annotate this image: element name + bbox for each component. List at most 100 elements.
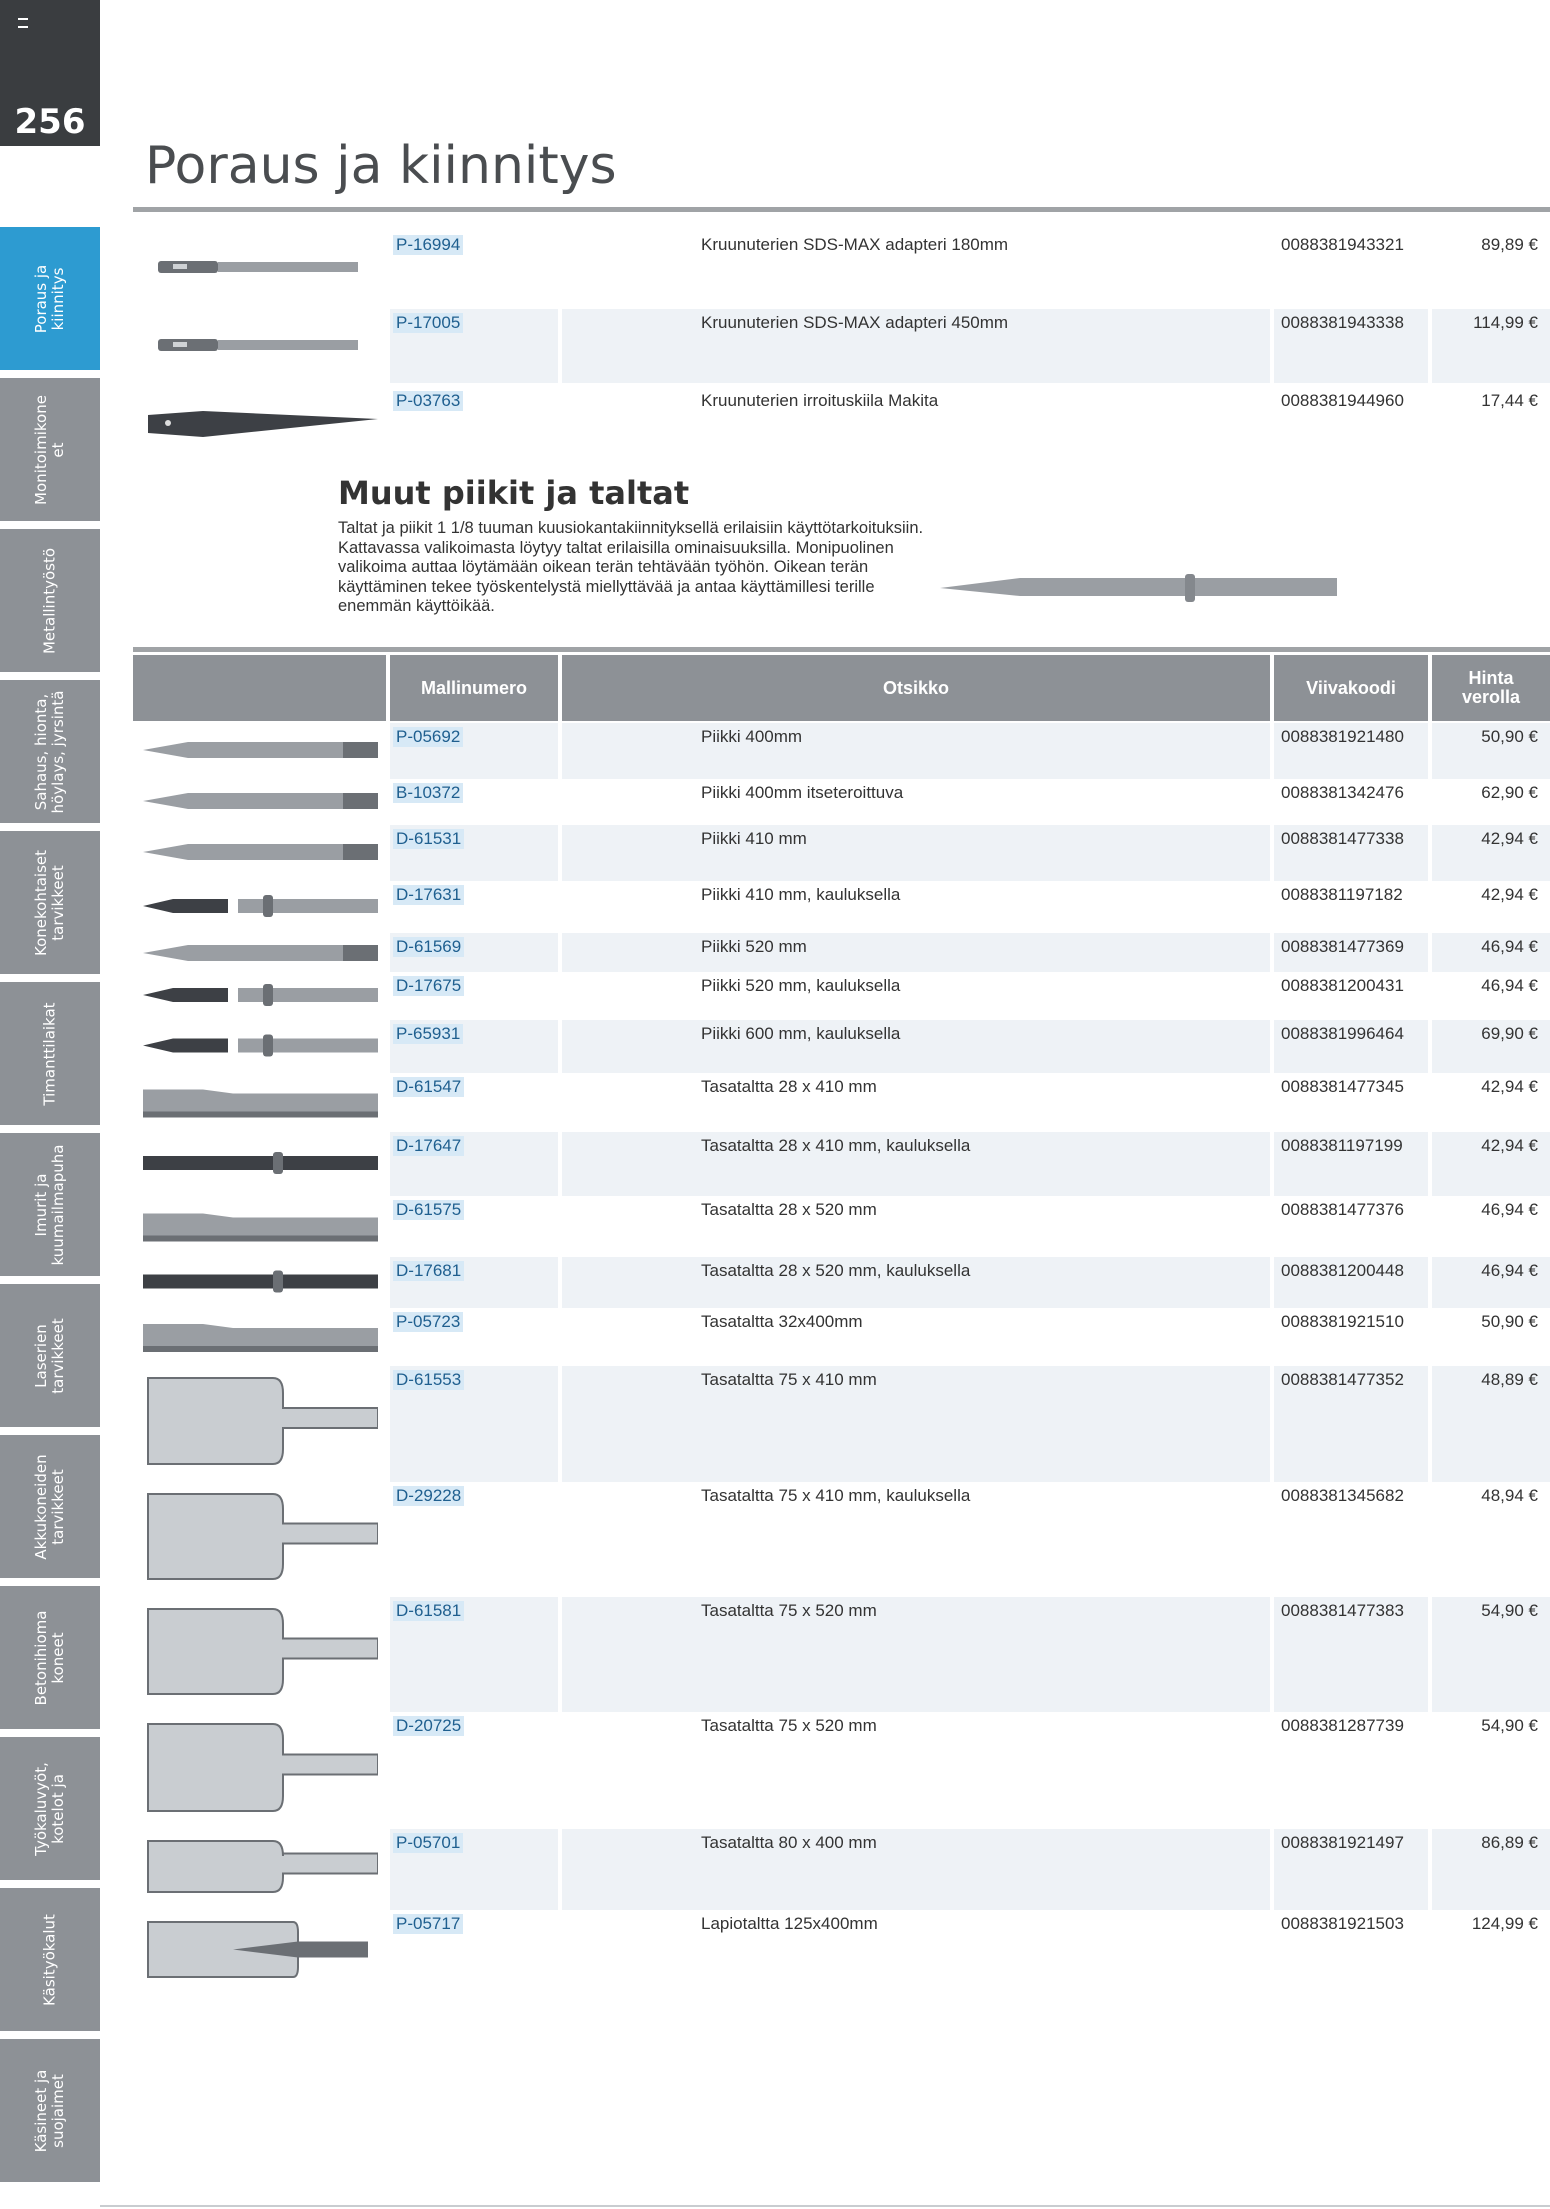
table-row: D-61569 Piikki 520 mm 0088381477369 46,94 € xyxy=(133,933,1550,972)
barcode-cell: 0088381477376 xyxy=(1281,1200,1404,1219)
barcode-cell: 0088381921497 xyxy=(1274,1829,1428,1910)
wide-chisel-icon xyxy=(147,1493,378,1580)
model-cell: D-29228 xyxy=(390,1482,558,1597)
sidebar-tab-9[interactable]: Betonihioma koneet xyxy=(0,1586,100,1733)
sidebar-tab-4[interactable]: Konekohtaiset tarvikkeet xyxy=(0,831,100,978)
table-row: D-17631 Piikki 410 mm, kauluksella 0088381… xyxy=(133,881,1550,933)
sidebar-tab-10[interactable]: Työkaluvyöt, kotelot ja xyxy=(0,1737,100,1884)
title-cell: Lapiotaltta 125x400mm xyxy=(701,1914,878,1933)
table-row: P-05692 Piikki 400mm 0088381921480 50,90 € xyxy=(133,723,1550,779)
price-cell: 86,89 € xyxy=(1432,1829,1550,1910)
sidebar-tab-6[interactable]: Imurit ja kuumailmapuha xyxy=(0,1133,100,1280)
table-row: D-20725 Tasataltta 75 x 520 mm 00883812877… xyxy=(133,1712,1550,1829)
section-description: Taltat ja piikit 1 1/8 tuuman kuusiokant… xyxy=(338,519,924,615)
model-number: D-61569 xyxy=(393,937,465,957)
model-cell: P-05701 xyxy=(390,1829,558,1910)
title-cell: Tasataltta 32x400mm xyxy=(701,1312,863,1331)
model-number: D-61531 xyxy=(393,829,465,849)
footer-line xyxy=(100,2205,1550,2207)
page-title: Poraus ja kiinnitys xyxy=(145,136,617,196)
model-number: P-03763 xyxy=(393,391,464,411)
title-cell: Piikki 400mm xyxy=(562,723,1270,779)
model-number: D-61553 xyxy=(393,1370,465,1390)
point-chisel-icon xyxy=(143,793,378,809)
price-cell: 54,90 € xyxy=(1432,1597,1550,1712)
sidebar-tab-8[interactable]: Akkukoneiden tarvikkeet xyxy=(0,1435,100,1582)
model-cell: P-65931 xyxy=(390,1020,558,1073)
sidebar-tab-label: Käsineet ja suojaimet xyxy=(32,2069,67,2152)
barcode-cell: 0088381477369 xyxy=(1274,933,1428,972)
title-cell: Tasataltta 75 x 520 mm xyxy=(701,1716,877,1735)
title-cell: Piikki 520 mm xyxy=(562,933,1270,972)
table-row: D-29228 Tasataltta 75 x 410 mm, kauluksel… xyxy=(133,1482,1550,1597)
price-cell: 17,44 € xyxy=(1481,391,1538,410)
model-number: D-17647 xyxy=(393,1136,465,1156)
title-cell: Piikki 600 mm, kauluksella xyxy=(562,1020,1270,1073)
model-number: D-61547 xyxy=(393,1077,465,1097)
barcode-cell: 0088381921503 xyxy=(1281,1914,1404,1933)
flat-chisel-icon xyxy=(143,1089,378,1118)
sidebar-tab-5[interactable]: Timanttilaikat xyxy=(0,982,100,1129)
barcode-cell: 0088381200448 xyxy=(1274,1257,1428,1308)
model-cell: D-61569 xyxy=(390,933,558,972)
price-cell: 46,94 € xyxy=(1481,1200,1538,1219)
model-cell: D-17647 xyxy=(390,1132,558,1196)
sidebar: 256 Poraus ja kiinnitys Monitoimikone et M… xyxy=(0,0,100,2209)
wide-chisel-icon xyxy=(147,1840,378,1893)
flat-chisel-icon xyxy=(143,1213,378,1242)
sidebar-tab-label: Imurit ja kuumailmapuha xyxy=(32,1144,67,1265)
sidebar-tab-7[interactable]: Laserien tarvikkeet xyxy=(0,1284,100,1431)
barcode-cell: 0088381996464 xyxy=(1274,1020,1428,1073)
header-barcode: Viivakoodi xyxy=(1274,655,1428,721)
sidebar-tab-label: Konekohtaiset tarvikkeet xyxy=(32,849,67,956)
sidebar-tab-label: Metallintyöstö xyxy=(40,547,59,654)
sidebar-tab-11[interactable]: Käsityökalut xyxy=(0,1888,100,2035)
section-title: Muut piikit ja taltat xyxy=(338,474,690,512)
model-number: P-05692 xyxy=(393,727,464,747)
model-number: D-17681 xyxy=(393,1261,465,1281)
top-product-row: P-03763 Kruunuterien irroituskiila Makita… xyxy=(133,387,1550,461)
barcode-cell: 0088381477338 xyxy=(1274,825,1428,881)
table-row: D-61575 Tasataltta 28 x 520 mm 00883814773… xyxy=(133,1196,1550,1257)
sidebar-tab-label: Työkaluvyöt, kotelot ja xyxy=(32,1761,67,1856)
model-number: P-05723 xyxy=(393,1312,464,1332)
model-number: P-05717 xyxy=(393,1914,464,1934)
table-row: P-05701 Tasataltta 80 x 400 mm 00883819214… xyxy=(133,1829,1550,1910)
sidebar-tab-label: Akkukoneiden tarvikkeet xyxy=(32,1453,67,1560)
price-cell: 62,90 € xyxy=(1481,783,1538,802)
sidebar-tab-1[interactable]: Monitoimikone et xyxy=(0,378,100,525)
model-cell: P-05692 xyxy=(390,723,558,779)
title-cell: Tasataltta 80 x 400 mm xyxy=(562,1829,1270,1910)
model-cell: D-20725 xyxy=(390,1712,558,1829)
page-number: 256 xyxy=(14,102,86,142)
model-cell: D-61575 xyxy=(390,1196,558,1257)
price-cell: 42,94 € xyxy=(1432,825,1550,881)
model-number: D-61581 xyxy=(393,1601,465,1621)
barcode-cell: 0088381943338 xyxy=(1274,309,1428,383)
price-cell: 46,94 € xyxy=(1432,933,1550,972)
table-row: D-17681 Tasataltta 28 x 520 mm, kauluksel… xyxy=(133,1257,1550,1308)
collar-point-chisel-icon xyxy=(143,1034,378,1057)
sidebar-tab-3[interactable]: Sahaus, hionta, höylays, jyrsintä xyxy=(0,680,100,827)
model-number: D-20725 xyxy=(393,1716,465,1736)
barcode-cell: 0088381944960 xyxy=(1281,391,1404,410)
model-cell: B-10372 xyxy=(390,779,558,825)
table-row: D-17675 Piikki 520 mm, kauluksella 0088381… xyxy=(133,972,1550,1020)
point-chisel-icon xyxy=(143,844,378,860)
model-cell: D-61553 xyxy=(390,1366,558,1482)
price-cell: 42,94 € xyxy=(1481,1077,1538,1096)
menu-icon[interactable] xyxy=(18,18,28,28)
model-cell: D-17681 xyxy=(390,1257,558,1308)
sidebar-tab-0[interactable]: Poraus ja kiinnitys xyxy=(0,227,100,374)
price-cell: 50,90 € xyxy=(1481,1312,1538,1331)
point-chisel-icon xyxy=(143,945,378,961)
barcode-cell: 0088381477352 xyxy=(1274,1366,1428,1482)
sidebar-tab-12[interactable]: Käsineet ja suojaimet xyxy=(0,2039,100,2186)
model-cell: D-17675 xyxy=(390,972,558,1020)
model-cell: D-17631 xyxy=(390,881,558,933)
sidebar-tab-2[interactable]: Metallintyöstö xyxy=(0,529,100,676)
table-row: D-61581 Tasataltta 75 x 520 mm 00883814773… xyxy=(133,1597,1550,1712)
sidebar-tab-label: Käsityökalut xyxy=(40,1913,59,2006)
price-cell: 42,94 € xyxy=(1481,885,1538,904)
model-number: P-65931 xyxy=(393,1024,464,1044)
